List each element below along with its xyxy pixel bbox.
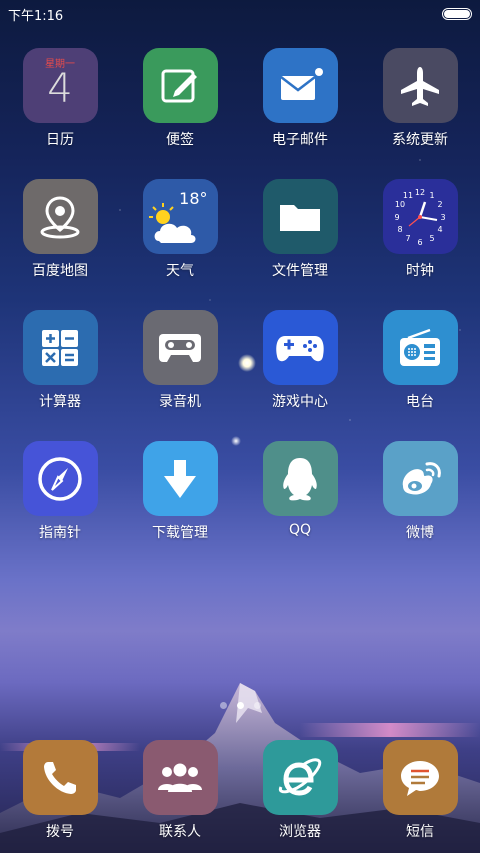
radio-icon[interactable]: [382, 310, 458, 385]
app-radio[interactable]: 电台: [360, 310, 480, 441]
page-indicator: [0, 702, 480, 709]
app-label: 指南针: [39, 525, 81, 541]
app-calendar[interactable]: 星期一 4 日历: [0, 48, 120, 179]
cassette-icon[interactable]: [142, 310, 218, 385]
app-label: 系统更新: [392, 132, 448, 148]
clock-icon[interactable]: 12 1 2 345 678 9 10 11: [382, 179, 458, 254]
svg-text:6: 6: [417, 238, 422, 247]
page-dot[interactable]: [219, 702, 227, 709]
app-label: 下载管理: [152, 525, 208, 541]
airplane-icon[interactable]: [382, 48, 458, 123]
battery-icon: [442, 8, 472, 20]
map-pin-icon[interactable]: [22, 179, 98, 254]
dock-messages[interactable]: 短信: [360, 740, 480, 841]
status-bar: 下午1:16: [0, 0, 480, 28]
app-compass[interactable]: 指南针: [0, 441, 120, 572]
phone-icon[interactable]: [22, 740, 98, 815]
gamepad-icon[interactable]: [262, 310, 338, 385]
app-label: 浏览器: [279, 824, 321, 840]
browser-e-icon[interactable]: [262, 740, 338, 815]
app-game-center[interactable]: 游戏中心: [240, 310, 360, 441]
app-label: 文件管理: [272, 263, 328, 279]
download-arrow-icon[interactable]: [142, 441, 218, 516]
app-weibo[interactable]: 微博: [360, 441, 480, 572]
calendar-icon[interactable]: 星期一 4: [22, 48, 98, 123]
weibo-icon[interactable]: [382, 441, 458, 516]
app-label: QQ: [288, 522, 312, 538]
svg-text:2: 2: [437, 200, 442, 209]
app-label: 电台: [406, 394, 434, 410]
status-time: 下午1:16: [8, 8, 64, 24]
calculator-icon[interactable]: [22, 310, 98, 385]
app-label: 电子邮件: [272, 132, 328, 148]
folder-icon[interactable]: [262, 179, 338, 254]
app-weather[interactable]: 18° 天气: [120, 179, 240, 310]
page-dot[interactable]: [253, 702, 261, 709]
svg-text:8: 8: [397, 225, 402, 234]
app-label: 日历: [46, 132, 74, 148]
svg-text:5: 5: [429, 234, 434, 243]
mail-icon[interactable]: [262, 48, 338, 123]
app-label: 便签: [166, 132, 194, 148]
app-recorder[interactable]: 录音机: [120, 310, 240, 441]
app-baidu-map[interactable]: 百度地图: [0, 179, 120, 310]
svg-text:11: 11: [403, 191, 413, 200]
weather-icon[interactable]: 18°: [142, 179, 218, 254]
app-label: 拨号: [46, 824, 74, 840]
app-system-update[interactable]: 系统更新: [360, 48, 480, 179]
app-email[interactable]: 电子邮件: [240, 48, 360, 179]
app-clock[interactable]: 12 1 2 345 678 9 10 11 时钟: [360, 179, 480, 310]
app-label: 天气: [166, 263, 194, 279]
svg-text:9: 9: [394, 213, 399, 222]
app-label: 游戏中心: [272, 394, 328, 410]
dock: 拨号 联系人 浏览器 短信: [0, 740, 480, 841]
app-label: 录音机: [159, 394, 201, 410]
svg-text:3: 3: [440, 213, 445, 222]
page-dot-active[interactable]: [236, 702, 244, 709]
svg-text:4: 4: [437, 225, 442, 234]
app-grid: 星期一 4 日历 便签 电子邮件 系统更新 百度地图 18° 天气 文件管理 1…: [0, 48, 480, 572]
qq-penguin-icon[interactable]: [262, 441, 338, 516]
app-notes[interactable]: 便签: [120, 48, 240, 179]
app-calculator[interactable]: 计算器: [0, 310, 120, 441]
svg-text:7: 7: [405, 234, 410, 243]
calendar-day: 4: [47, 66, 73, 112]
svg-text:10: 10: [395, 200, 405, 209]
app-label: 计算器: [39, 394, 81, 410]
message-icon[interactable]: [382, 740, 458, 815]
dock-contacts[interactable]: 联系人: [120, 740, 240, 841]
dock-browser[interactable]: 浏览器: [240, 740, 360, 841]
app-label: 时钟: [406, 263, 434, 279]
svg-text:1: 1: [429, 191, 434, 200]
app-qq[interactable]: QQ: [240, 441, 360, 572]
dock-phone[interactable]: 拨号: [0, 740, 120, 841]
app-label: 百度地图: [32, 263, 88, 279]
compass-icon[interactable]: [22, 441, 98, 516]
app-file-manager[interactable]: 文件管理: [240, 179, 360, 310]
app-label: 短信: [406, 824, 434, 840]
contacts-icon[interactable]: [142, 740, 218, 815]
note-edit-icon[interactable]: [142, 48, 218, 123]
app-label: 微博: [406, 525, 434, 541]
app-label: 联系人: [159, 824, 201, 840]
svg-text:12: 12: [415, 188, 425, 197]
app-download-manager[interactable]: 下载管理: [120, 441, 240, 572]
